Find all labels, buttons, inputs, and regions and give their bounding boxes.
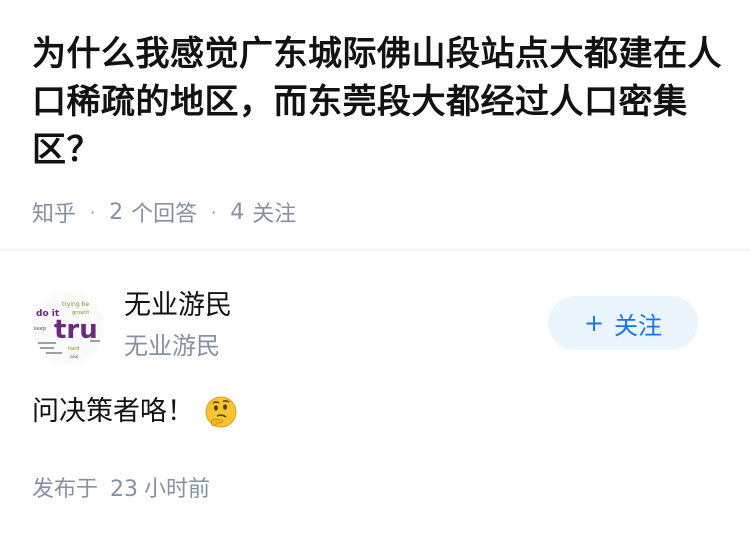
separator-dot: ·: [90, 202, 96, 222]
followers-label: 关注: [252, 202, 297, 227]
avatar-word: soul: [70, 354, 78, 359]
author-headline: 无业游民: [124, 332, 220, 360]
answer-text: 问决策者咯！: [32, 396, 194, 427]
separator-dot: ·: [211, 202, 217, 222]
publish-unit: 小时前: [144, 477, 211, 502]
followers-count: 4: [230, 199, 245, 225]
avatar-word: hard: [68, 346, 79, 352]
source-label[interactable]: 知乎: [32, 196, 76, 228]
publish-prefix: 发布于: [32, 477, 99, 502]
publish-time: 发布于 23 小时前: [32, 474, 210, 506]
publish-value: 23: [110, 477, 139, 502]
answers-count: 2: [109, 199, 124, 225]
question-meta: 知乎 · 2 个回答 · 4 关注: [32, 196, 296, 228]
word-cloud-avatar-image: trying be growth do it tru keep hard sou…: [32, 292, 104, 364]
avatar[interactable]: trying be growth do it tru keep hard sou…: [32, 292, 104, 364]
avatar-word: trying be: [62, 301, 89, 308]
thinking-face-icon: [204, 395, 238, 429]
author-row: trying be growth do it tru keep hard sou…: [32, 288, 722, 364]
follow-button[interactable]: + 关注: [548, 296, 698, 350]
author-name[interactable]: 无业游民: [124, 288, 232, 324]
answer-content[interactable]: 问决策者咯！: [32, 392, 238, 432]
plus-icon: +: [583, 309, 605, 337]
question-title[interactable]: 为什么我感觉广东城际佛山段站点大都建在人口稀疏的地区，而东莞段大都经过人口密集区…: [32, 30, 722, 174]
follow-label: 关注: [614, 311, 663, 340]
answers-label: 个回答: [131, 202, 198, 227]
section-divider: [0, 249, 750, 251]
avatar-word: keep: [34, 326, 46, 332]
